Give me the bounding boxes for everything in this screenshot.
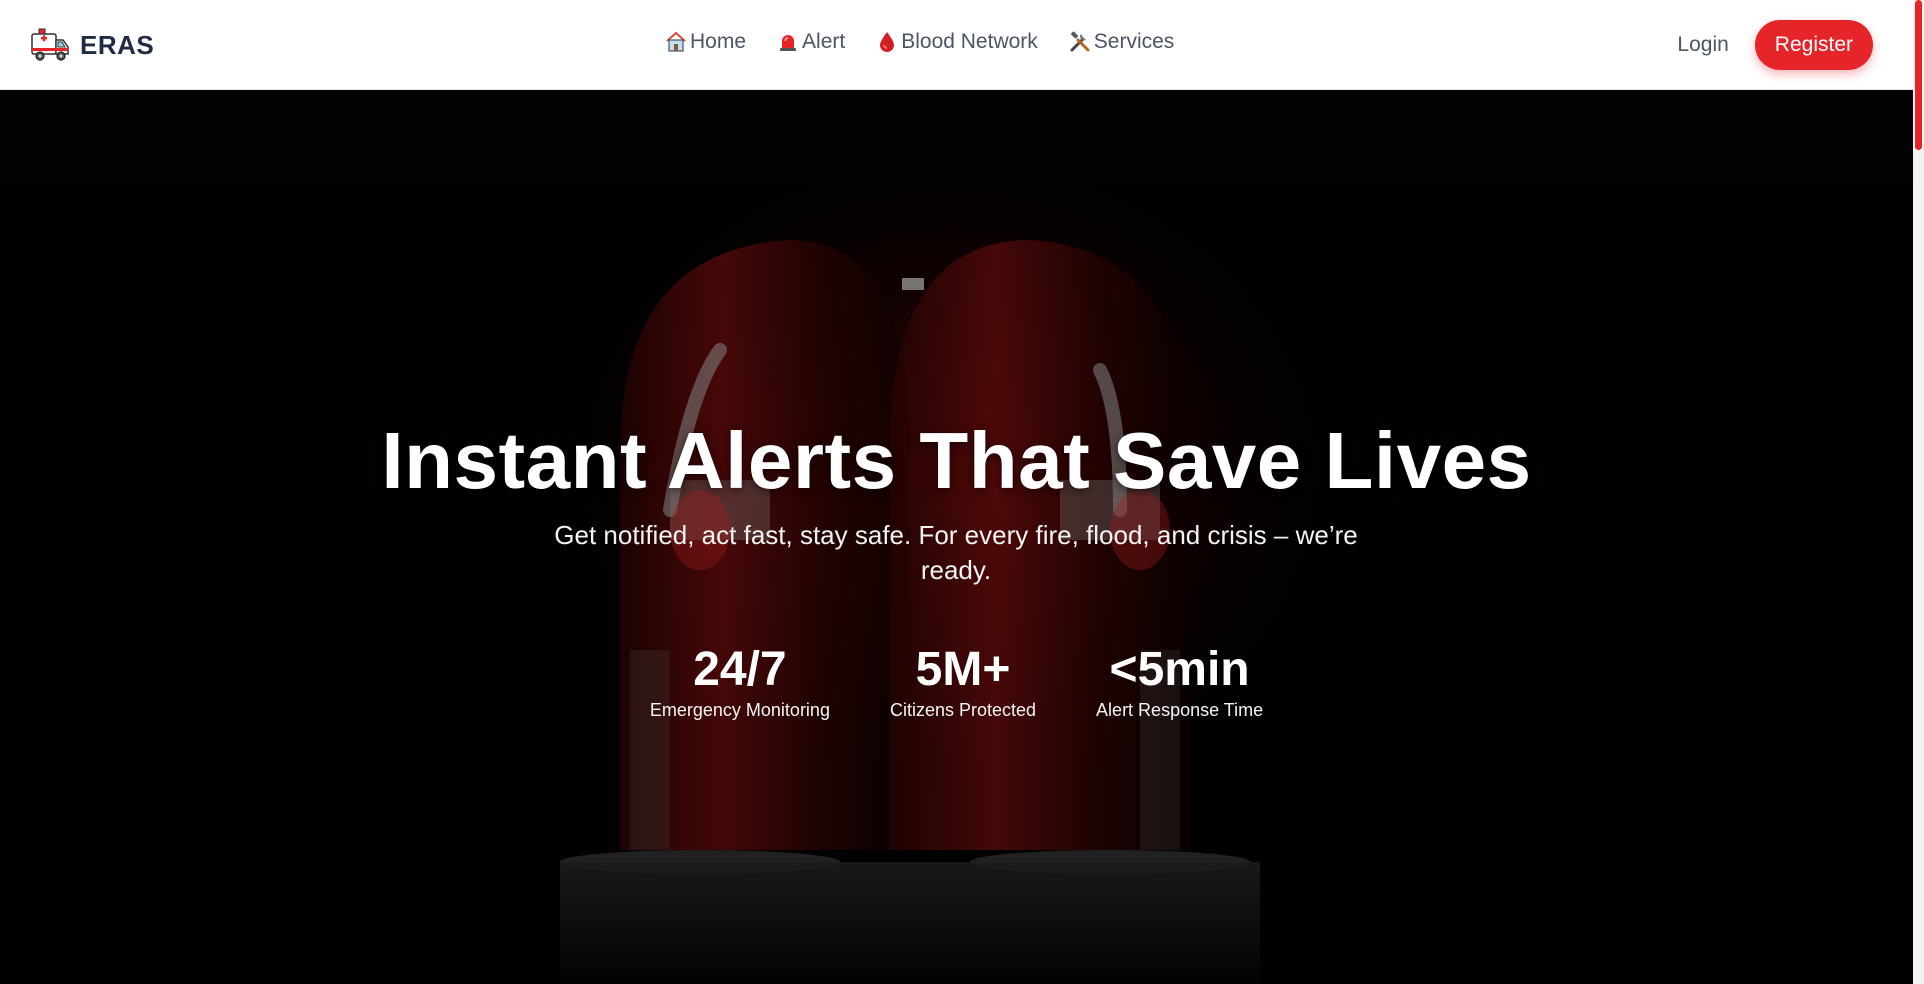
blood-drop-icon <box>880 32 895 52</box>
top-navbar: ERAS Home Alert Blood Network Services L… <box>0 0 1913 90</box>
stat-response-time: <5min Alert Response Time <box>1096 642 1263 721</box>
ambulance-icon <box>31 28 69 61</box>
stat-label: Alert Response Time <box>1096 700 1264 720</box>
nav-link-home-label: Home <box>690 30 747 53</box>
nav-link-blood-network-label: Blood Network <box>901 30 1038 53</box>
nav-link-blood-network[interactable]: Blood Network <box>875 30 1038 54</box>
nav-link-home[interactable]: Home <box>664 30 746 54</box>
hero-subtitle: Get notified, act fast, stay safe. For e… <box>554 520 1358 585</box>
stat-value: <5min <box>1109 643 1250 696</box>
home-icon <box>666 31 686 52</box>
hero-section: Instant Alerts That Save Lives Get notif… <box>0 90 1913 984</box>
brand-name: ERAS <box>80 29 155 60</box>
nav-actions: Login Register <box>1677 20 1873 70</box>
stat-monitoring: 24/7 Emergency Monitoring <box>650 642 830 721</box>
stat-value: 5M+ <box>915 643 1011 696</box>
brand[interactable]: ERAS <box>30 26 154 64</box>
nav-link-services[interactable]: Services <box>1068 30 1175 54</box>
nav-link-alert-label: Alert <box>802 30 846 53</box>
hero-title: Instant Alerts That Save Lives <box>381 416 1532 505</box>
tools-icon <box>1070 31 1090 52</box>
register-button[interactable]: Register <box>1754 20 1873 70</box>
scrollbar-thumb[interactable] <box>1915 0 1922 150</box>
stat-citizens: 5M+ Citizens Protected <box>890 642 1036 721</box>
hero-content: Instant Alerts That Save Lives Get notif… <box>0 90 1913 984</box>
stat-value: 24/7 <box>693 643 787 696</box>
page: ERAS Home Alert Blood Network Services L… <box>0 0 1924 984</box>
stat-label: Emergency Monitoring <box>649 700 830 720</box>
nav-link-services-label: Services <box>1093 30 1175 53</box>
login-link[interactable]: Login <box>1677 33 1728 57</box>
siren-icon <box>780 35 797 51</box>
main-nav: Home Alert Blood Network Services <box>664 30 1174 54</box>
stat-label: Citizens Protected <box>889 700 1037 720</box>
hero-stats: 24/7 Emergency Monitoring 5M+ Citizens P… <box>0 642 1913 721</box>
page-scrollbar[interactable] <box>1913 0 1924 984</box>
nav-link-alert[interactable]: Alert <box>776 30 845 54</box>
